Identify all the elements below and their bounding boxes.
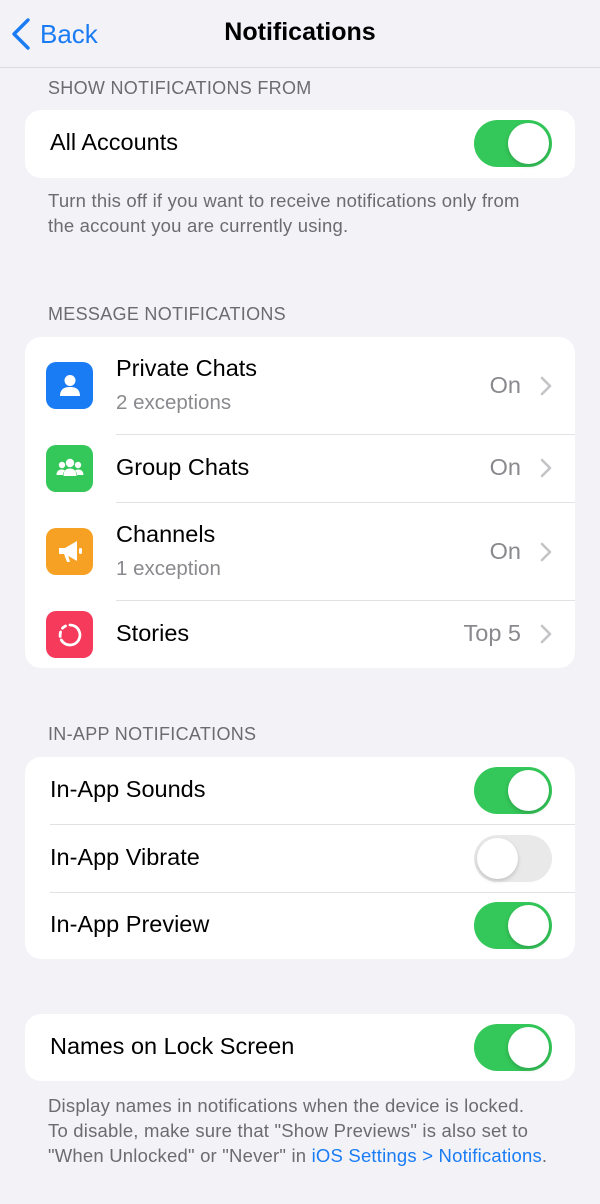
- inapp-sounds-label: In-App Sounds: [50, 776, 206, 802]
- toggle-knob: [508, 770, 549, 811]
- stories-icon: [46, 611, 93, 658]
- ios-settings-link[interactable]: iOS Settings > Notifications: [312, 1145, 542, 1166]
- category-subtitle: 2 exceptions: [116, 391, 232, 414]
- toggle-knob: [508, 905, 549, 946]
- category-value: On: [489, 372, 521, 398]
- lock-screen-card: Names on Lock Screen: [25, 1014, 575, 1081]
- inapp-vibrate-toggle[interactable]: [474, 835, 552, 882]
- category-title: Stories: [116, 620, 190, 646]
- all-accounts-toggle[interactable]: [474, 120, 552, 167]
- category-value: On: [489, 454, 521, 480]
- category-value: Top 5: [463, 620, 522, 646]
- category-row-private-chats[interactable]: Private Chats 2 exceptions On: [25, 337, 575, 435]
- section-header-message: MESSAGE NOTIFICATIONS: [48, 304, 286, 324]
- chevron-right-icon: [540, 376, 552, 396]
- inapp-sounds-row[interactable]: In-App Sounds: [25, 757, 575, 824]
- chevron-right-icon: [540, 542, 552, 562]
- section-header-show-from: SHOW NOTIFICATIONS FROM: [48, 78, 312, 98]
- names-lock-screen-label: Names on Lock Screen: [50, 1033, 295, 1059]
- message-notifications-card: Private Chats 2 exceptions On Group Chat…: [25, 337, 575, 668]
- show-from-footer: Turn this off if you want to receive not…: [48, 190, 520, 236]
- lock-screen-footer: Display names in notifications when the …: [48, 1093, 548, 1168]
- group-icon: [46, 445, 93, 492]
- lock-footer-end: .: [541, 1145, 548, 1166]
- show-from-card: All Accounts: [25, 110, 575, 178]
- category-row-channels[interactable]: Channels 1 exception On: [25, 503, 575, 601]
- inapp-preview-row[interactable]: In-App Preview: [25, 893, 575, 959]
- person-icon: [46, 362, 93, 409]
- toggle-knob: [477, 838, 518, 879]
- all-accounts-row[interactable]: All Accounts: [25, 110, 575, 178]
- inapp-vibrate-label: In-App Vibrate: [50, 844, 200, 870]
- page-title: Notifications: [224, 18, 376, 46]
- category-row-stories[interactable]: Stories Top 5: [25, 601, 575, 668]
- inapp-preview-label: In-App Preview: [50, 911, 210, 937]
- names-lock-screen-toggle[interactable]: [474, 1024, 552, 1071]
- navigation-bar: Back Notifications: [0, 0, 600, 68]
- all-accounts-label: All Accounts: [50, 129, 179, 155]
- toggle-knob: [508, 1027, 549, 1068]
- category-title: Channels: [116, 521, 216, 547]
- inapp-sounds-toggle[interactable]: [474, 767, 552, 814]
- inapp-card: In-App Sounds In-App Vibrate In-App Prev…: [25, 757, 575, 959]
- toggle-knob: [508, 123, 549, 164]
- category-subtitle: 1 exception: [116, 557, 221, 580]
- category-title: Group Chats: [116, 454, 250, 480]
- megaphone-icon: [46, 528, 93, 575]
- category-row-group-chats[interactable]: Group Chats On: [25, 435, 575, 502]
- category-value: On: [489, 538, 521, 564]
- chevron-right-icon: [540, 624, 552, 644]
- inapp-preview-toggle[interactable]: [474, 902, 552, 949]
- category-title: Private Chats: [116, 355, 258, 381]
- chevron-right-icon: [540, 458, 552, 478]
- names-lock-screen-row[interactable]: Names on Lock Screen: [25, 1014, 575, 1081]
- section-header-inapp: IN-APP NOTIFICATIONS: [48, 724, 257, 744]
- inapp-vibrate-row[interactable]: In-App Vibrate: [25, 825, 575, 892]
